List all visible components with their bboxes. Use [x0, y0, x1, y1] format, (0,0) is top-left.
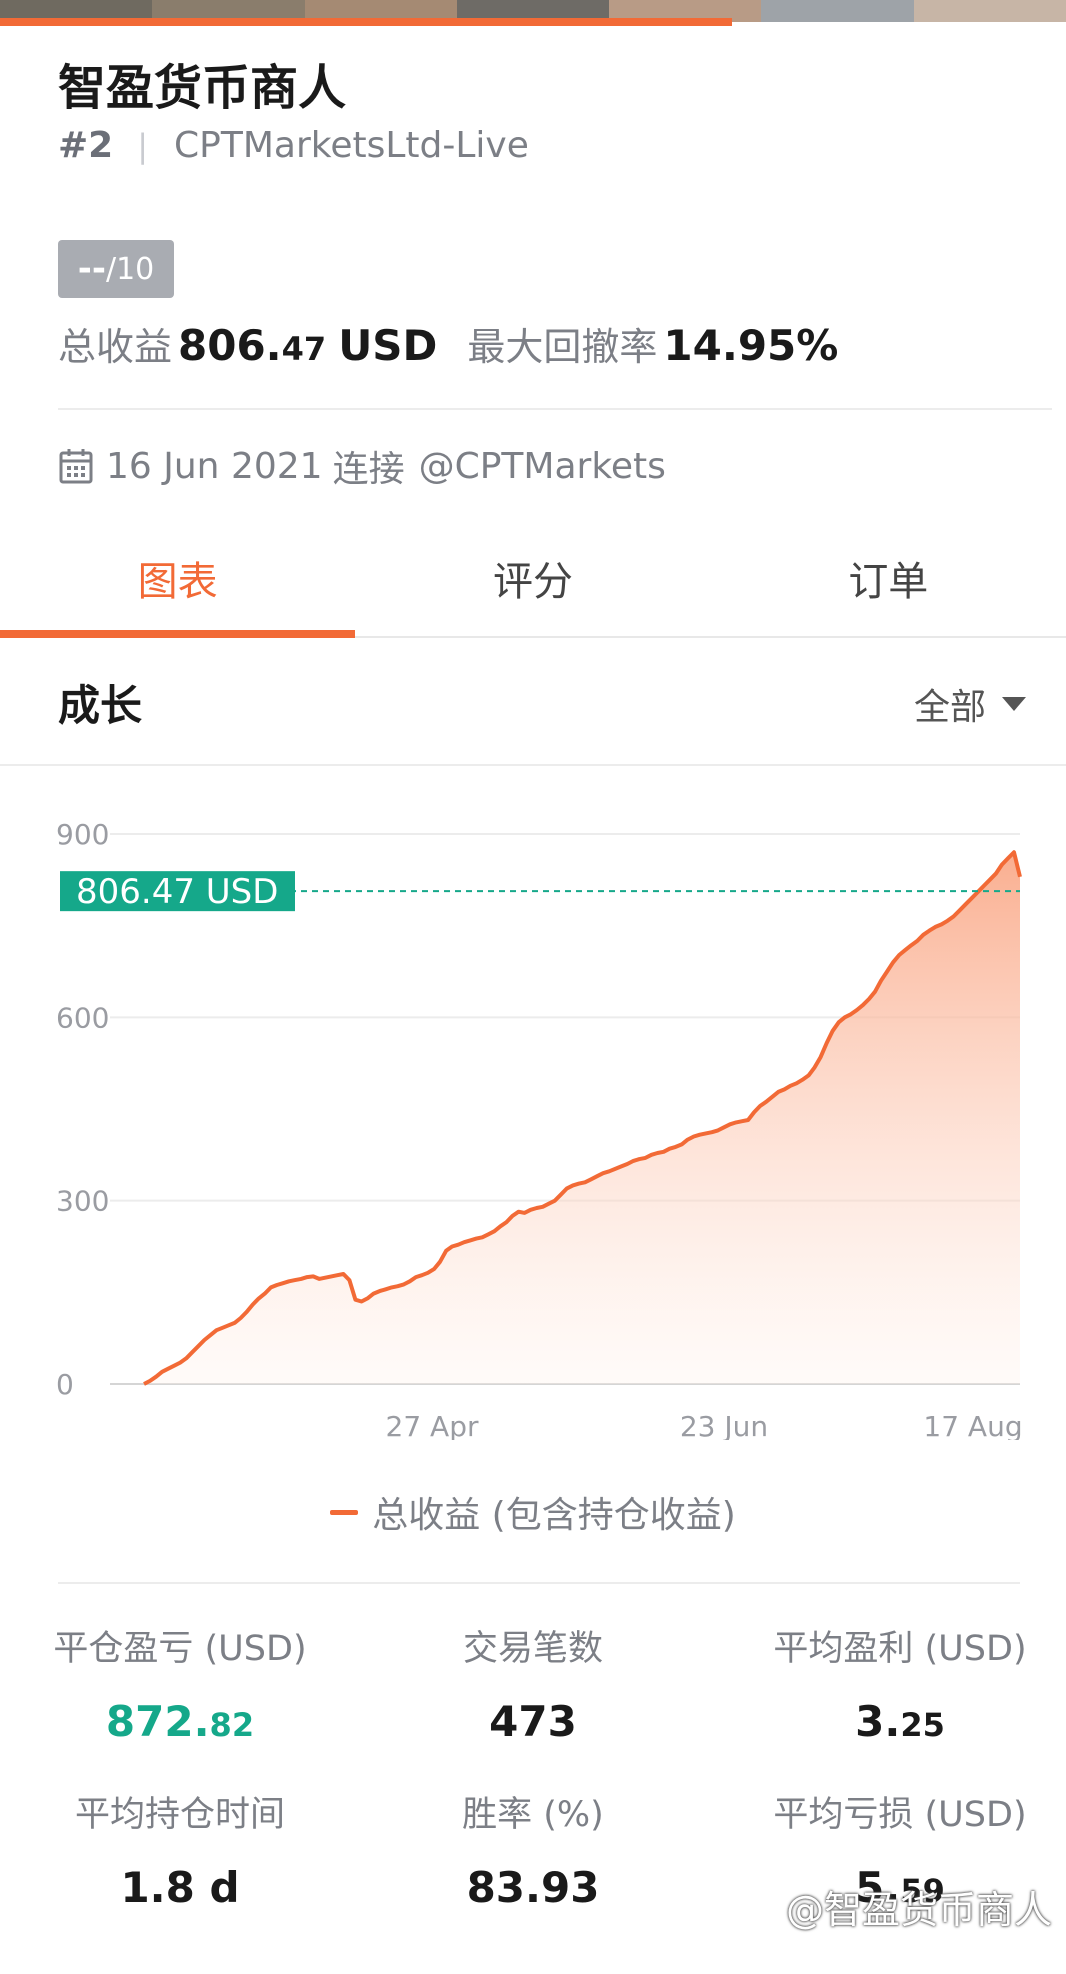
growth-area: [144, 852, 1020, 1384]
metric-value: 473: [489, 1697, 577, 1746]
score-value: --: [77, 249, 106, 289]
metric-value-int: 872.: [105, 1697, 210, 1746]
metric-value-int: 3.: [855, 1697, 901, 1746]
metric-closed-pnl: 平仓盈亏 (USD) 872.82: [0, 1620, 360, 1746]
total-profit-value: 806.47: [178, 321, 326, 370]
divider: [58, 1582, 1020, 1584]
tab-bar: 图表 评分 订单: [0, 540, 1066, 638]
tab-orders[interactable]: 订单: [711, 540, 1066, 636]
growth-title: 成长: [58, 681, 143, 730]
broker-link[interactable]: @CPTMarkets: [419, 446, 666, 487]
metric-win-rate: 胜率 (%) 83.93: [353, 1786, 713, 1912]
metric-label: 平均亏损 (USD): [773, 1795, 1027, 1835]
ranking-progress-bar: [0, 18, 732, 26]
max-drawdown-label: 最大回撤率: [467, 325, 658, 369]
separator: |: [137, 126, 148, 165]
growth-chart: 900 600 300 0 806.47 USD 27 Apr 23 Jun 17 Aug: [56, 818, 1023, 1440]
server-name: CPTMarketsLtd-Live: [174, 125, 529, 166]
watermark: @智盈货币商人: [748, 1879, 1052, 1934]
summary-stats: 总收益 806.47 USD 最大回撤率 14.95%: [58, 316, 838, 371]
metric-label: 平仓盈亏 (USD): [53, 1629, 307, 1669]
y-tick-label: 0: [56, 1368, 74, 1401]
metric-label: 交易笔数: [462, 1629, 603, 1669]
x-tick-label: 23 Jun: [680, 1410, 768, 1440]
total-profit-int: 806.: [178, 321, 282, 370]
rank-number: #2: [58, 125, 114, 166]
x-tick-label: 27 Apr: [386, 1410, 479, 1440]
tab-rating[interactable]: 评分: [355, 540, 710, 636]
metric-avg-profit: 平均盈利 (USD) 3.25: [720, 1620, 1066, 1746]
total-profit-dec: 47: [281, 330, 327, 368]
score-badge: --/10: [58, 240, 174, 298]
metric-trade-count: 交易笔数 473: [353, 1620, 713, 1746]
y-tick-label: 300: [56, 1185, 109, 1218]
tab-chart[interactable]: 图表: [0, 540, 356, 638]
metric-label: 胜率 (%): [462, 1795, 604, 1835]
range-dropdown[interactable]: 全部: [914, 678, 1026, 730]
metric-value: 1.8 d: [120, 1863, 240, 1912]
y-tick-label: 600: [56, 1001, 109, 1034]
x-tick-label: 17 Aug: [923, 1410, 1022, 1440]
score-suffix: /10: [105, 251, 155, 287]
max-drawdown-value: 14.95%: [663, 321, 839, 370]
divider: [0, 764, 1066, 766]
calendar-icon: [59, 449, 93, 484]
divider: [58, 408, 1052, 410]
legend-label: 总收益 (包含持仓收益): [372, 1495, 736, 1536]
chart-legend[interactable]: 总收益 (包含持仓收益): [0, 1486, 1066, 1538]
connect-label: 连接: [332, 449, 405, 490]
total-profit-label: 总收益: [58, 325, 173, 369]
metric-value: 3.25: [720, 1697, 1066, 1746]
current-value-label: 806.47 USD: [76, 872, 278, 912]
y-tick-label: 900: [56, 818, 109, 851]
total-profit-unit: USD: [338, 321, 438, 370]
trader-name: 智盈货币商人: [58, 60, 347, 116]
connection-date: 16 Jun 2021: [106, 445, 323, 487]
rank-row: #2 | CPTMarketsLtd-Live: [58, 125, 529, 166]
caret-down-icon: [1002, 697, 1026, 711]
metric-value-dec: 25: [900, 1706, 945, 1744]
metric-value: 83.93: [466, 1863, 600, 1912]
range-value: 全部: [913, 687, 986, 728]
metric-label: 平均盈利 (USD): [773, 1629, 1027, 1669]
metric-label: 平均持仓时间: [74, 1795, 285, 1835]
watermark-text: @智盈货币商人: [785, 1888, 1052, 1932]
metric-value: 872.82: [0, 1697, 360, 1746]
metric-value-dec: 82: [209, 1706, 255, 1744]
connection-row: 16 Jun 2021 连接 @CPTMarkets: [58, 440, 666, 492]
platform-logo-icon: [752, 1901, 778, 1915]
metric-avg-holding-time: 平均持仓时间 1.8 d: [0, 1786, 360, 1912]
legend-swatch: [330, 1509, 359, 1515]
